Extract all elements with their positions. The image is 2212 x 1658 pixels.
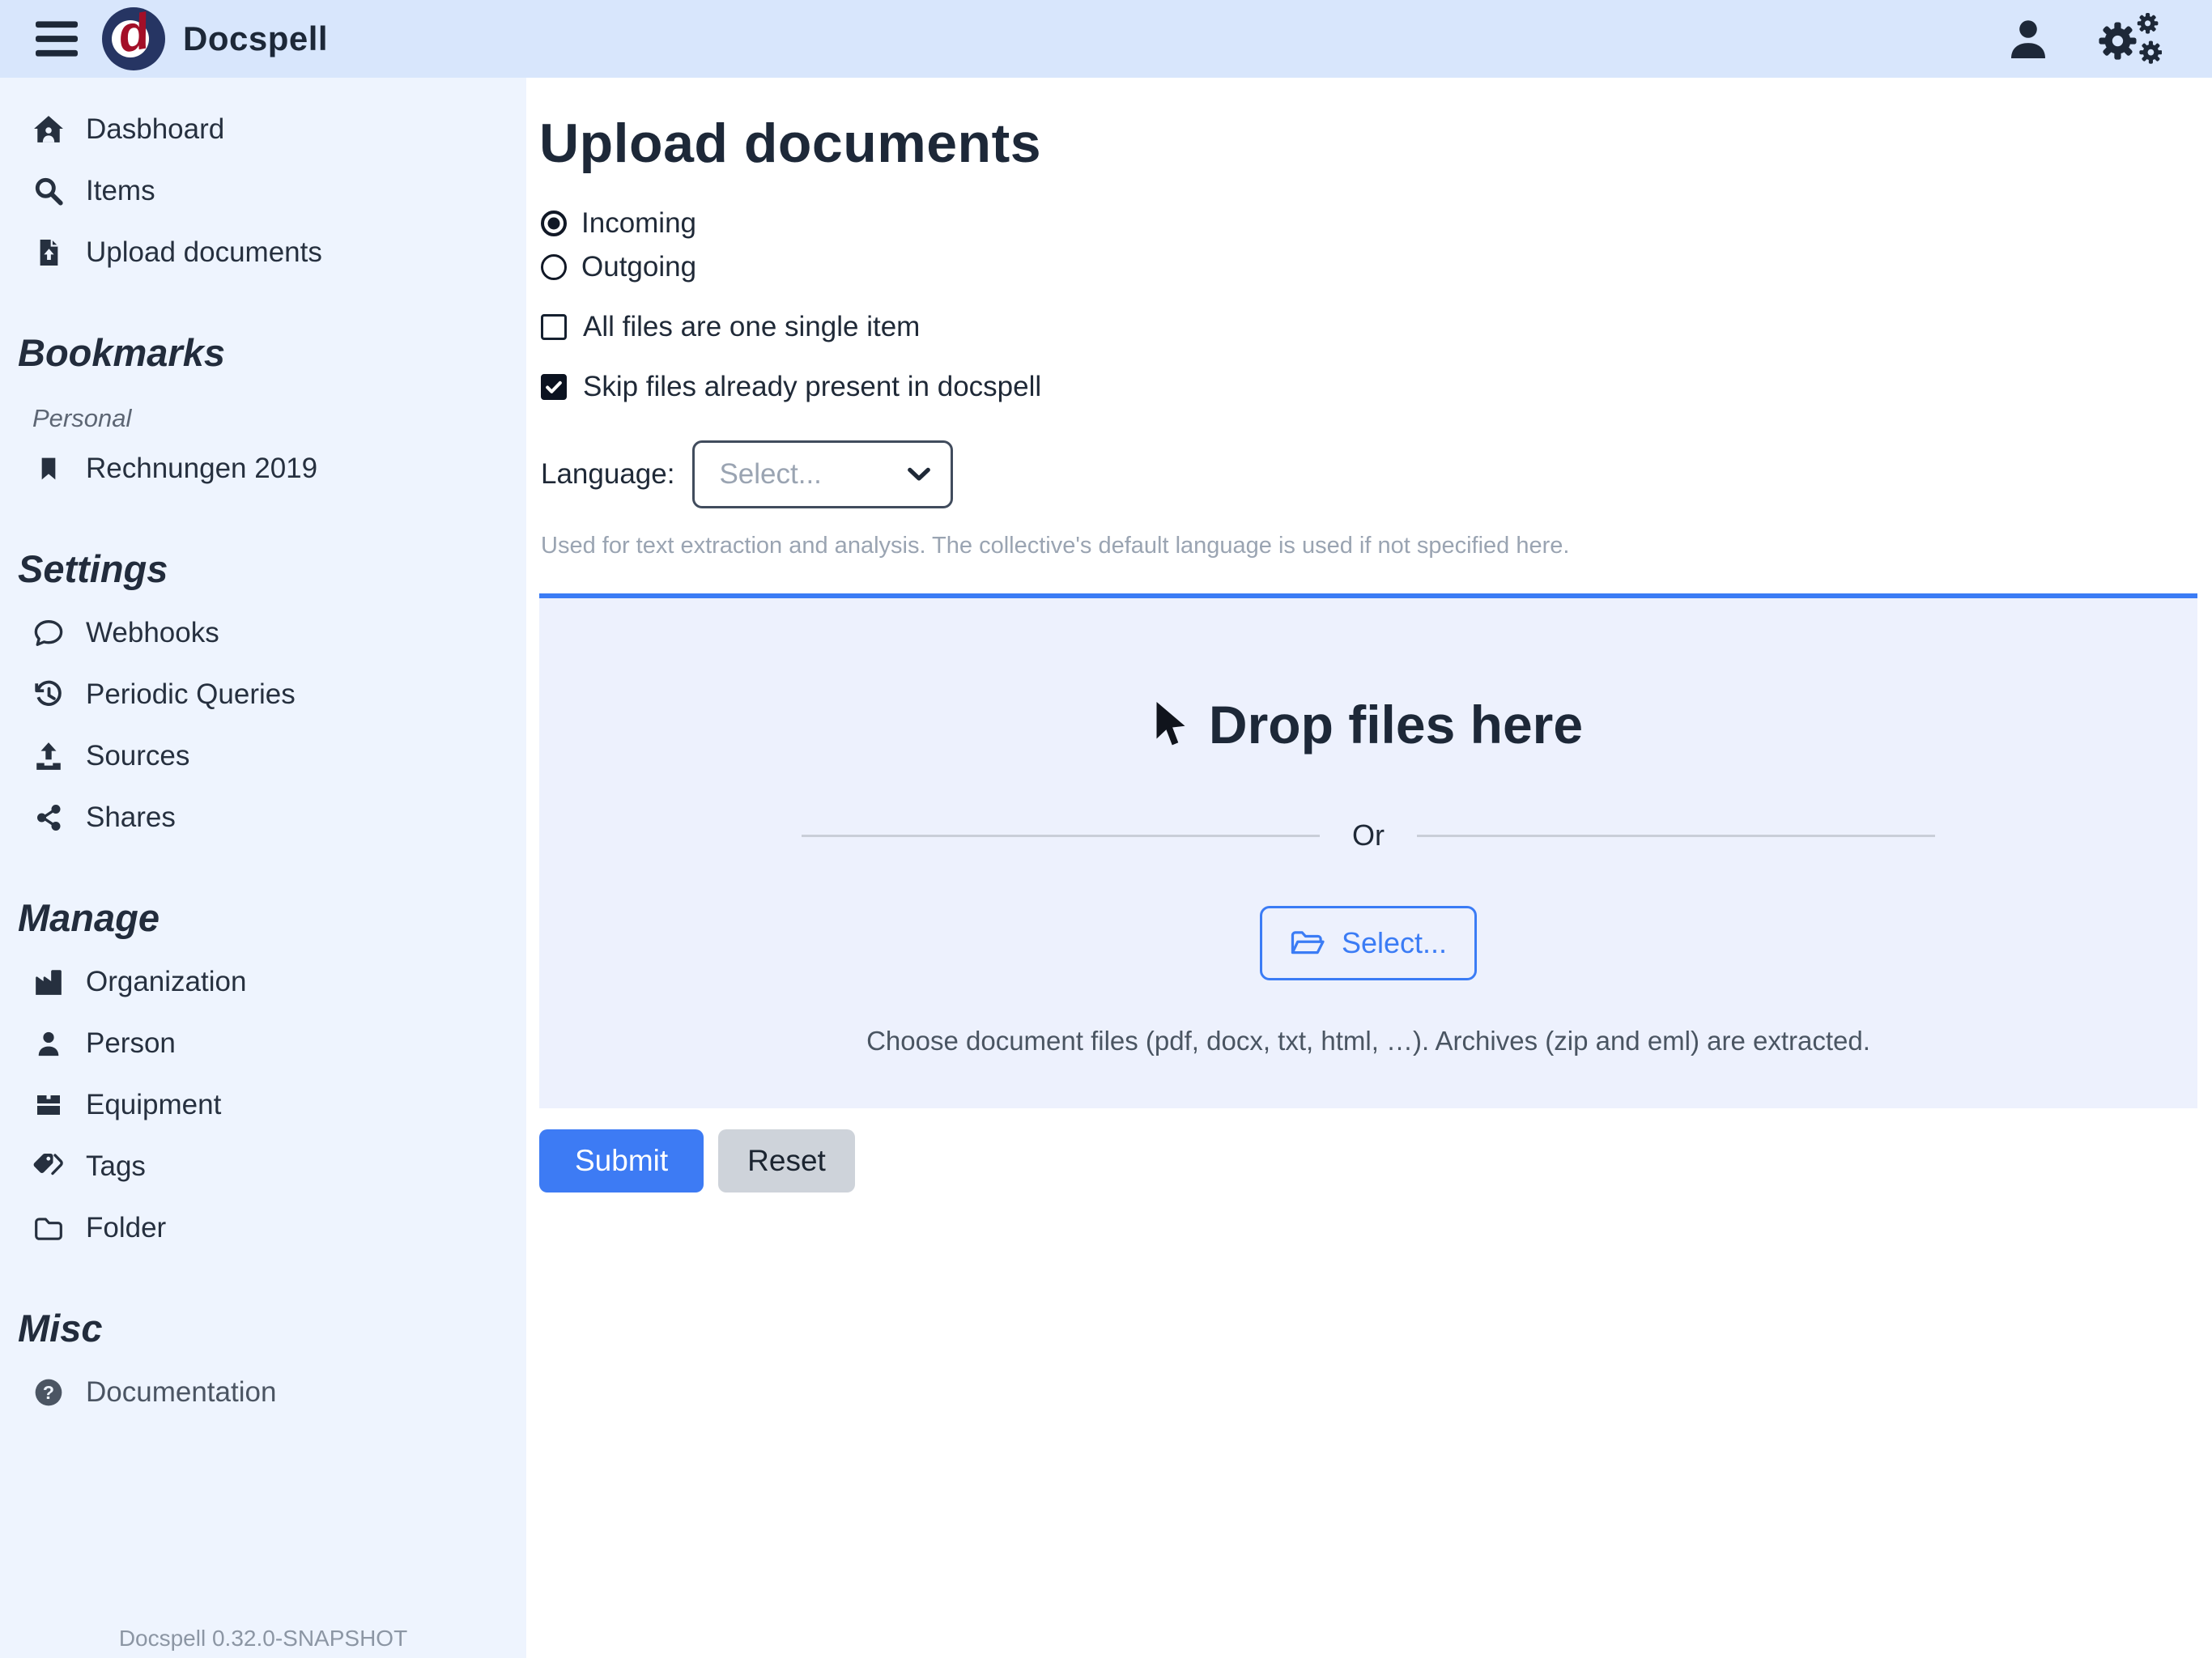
sidebar-item-bookmark[interactable]: Rechnungen 2019 <box>0 438 526 500</box>
tags-icon <box>32 1152 65 1181</box>
sidebar-item-organization[interactable]: Organization <box>0 951 526 1013</box>
share-nodes-icon <box>32 803 65 832</box>
checkbox-row-single-item[interactable]: All files are one single item <box>541 311 2199 343</box>
question-circle-icon: ? <box>32 1377 65 1408</box>
sidebar-item-label: Equipment <box>86 1089 221 1121</box>
radio-row-outgoing[interactable]: Outgoing <box>541 251 2199 283</box>
dropzone-title-row: Drop files here <box>555 694 2181 755</box>
reset-button[interactable]: Reset <box>718 1129 855 1192</box>
sidebar-item-label: Rechnungen 2019 <box>86 453 317 485</box>
top-bar: d Docspell <box>0 0 2212 78</box>
comment-icon <box>32 618 65 648</box>
sidebar-section-misc: Misc <box>18 1306 526 1350</box>
checkbox-label[interactable]: Skip files already present in docspell <box>583 371 1041 403</box>
page-title: Upload documents <box>539 112 2199 175</box>
file-dropzone[interactable]: Drop files here Or Select... Choose docu… <box>539 593 2197 1108</box>
sidebar-item-folder[interactable]: Folder <box>0 1197 526 1259</box>
language-hint: Used for text extraction and analysis. T… <box>541 533 2199 559</box>
sidebar-item-label: Organization <box>86 966 246 998</box>
box-icon <box>32 1090 65 1120</box>
sidebar-item-items[interactable]: Items <box>0 160 526 222</box>
radio-label[interactable]: Outgoing <box>581 251 696 283</box>
mouse-pointer-icon <box>1154 700 1188 749</box>
sidebar-item-person[interactable]: Person <box>0 1013 526 1074</box>
user-account-icon[interactable] <box>1985 17 2071 61</box>
language-label: Language: <box>541 458 674 491</box>
sidebar: Dasbhoard Items Upload documents Bookmar… <box>0 78 526 1658</box>
sidebar-item-label: Upload documents <box>86 236 322 269</box>
sidebar-item-equipment[interactable]: Equipment <box>0 1074 526 1136</box>
sidebar-item-upload-documents[interactable]: Upload documents <box>0 222 526 283</box>
file-upload-icon <box>32 237 65 268</box>
folder-icon <box>32 1213 65 1244</box>
sidebar-section-bookmarks: Bookmarks <box>18 330 526 375</box>
sidebar-item-label: Tags <box>86 1150 146 1183</box>
sidebar-item-label: Person <box>86 1027 176 1060</box>
version-label: Docspell 0.32.0-SNAPSHOT <box>0 1626 526 1658</box>
checkbox-label[interactable]: All files are one single item <box>583 311 920 343</box>
sidebar-item-label: Periodic Queries <box>86 678 296 711</box>
sidebar-item-dashboard[interactable]: Dasbhoard <box>0 99 526 160</box>
dropzone-description: Choose document files (pdf, docx, txt, h… <box>555 1026 2181 1056</box>
app-title: Docspell <box>183 19 328 58</box>
sidebar-item-tags[interactable]: Tags <box>0 1136 526 1197</box>
language-row: Language: Select... <box>541 440 2199 508</box>
select-files-label: Select... <box>1342 926 1447 960</box>
chevron-down-icon <box>907 466 931 483</box>
language-select-value: Select... <box>719 458 907 491</box>
radio-label[interactable]: Incoming <box>581 207 696 240</box>
dropzone-title: Drop files here <box>1209 694 1583 755</box>
sidebar-item-label: Documentation <box>86 1376 276 1409</box>
settings-gears-icon[interactable] <box>2071 13 2183 65</box>
sidebar-item-label: Dasbhoard <box>86 113 224 146</box>
checkbox-single-item[interactable] <box>541 314 567 340</box>
sidebar-item-label: Webhooks <box>86 617 219 649</box>
sidebar-item-label: Folder <box>86 1212 166 1244</box>
main-content: Upload documents Incoming Outgoing All f… <box>526 78 2212 1658</box>
sidebar-section-manage: Manage <box>18 895 526 940</box>
bookmark-group-label: Personal <box>32 404 526 433</box>
divider-line <box>802 835 1320 837</box>
history-icon <box>32 679 65 710</box>
submit-button[interactable]: Submit <box>539 1129 704 1192</box>
checkbox-skip-files[interactable] <box>541 374 567 400</box>
bookmark-icon <box>32 454 65 483</box>
radio-row-incoming[interactable]: Incoming <box>541 207 2199 240</box>
sidebar-item-documentation[interactable]: ? Documentation <box>0 1362 526 1423</box>
svg-text:?: ? <box>43 1382 54 1403</box>
or-divider: Or <box>555 818 2181 852</box>
checkbox-row-skip-files[interactable]: Skip files already present in docspell <box>541 371 2199 403</box>
sidebar-item-label: Shares <box>86 801 176 834</box>
upload-icon <box>32 741 65 772</box>
sidebar-item-sources[interactable]: Sources <box>0 725 526 787</box>
sidebar-section-settings: Settings <box>18 546 526 591</box>
sidebar-item-shares[interactable]: Shares <box>0 787 526 848</box>
divider-line <box>1417 835 1935 837</box>
radio-outgoing[interactable] <box>541 254 567 280</box>
sidebar-item-periodic-queries[interactable]: Periodic Queries <box>0 664 526 725</box>
industry-icon <box>32 967 65 997</box>
sidebar-item-label: Items <box>86 175 155 207</box>
sidebar-item-label: Sources <box>86 740 189 772</box>
sidebar-item-webhooks[interactable]: Webhooks <box>0 602 526 664</box>
select-files-button[interactable]: Select... <box>1260 906 1477 980</box>
folder-open-icon <box>1290 929 1325 958</box>
radio-incoming[interactable] <box>541 210 567 236</box>
form-actions: Submit Reset <box>539 1129 2199 1192</box>
language-select[interactable]: Select... <box>692 440 953 508</box>
check-icon <box>544 377 564 397</box>
person-icon <box>32 1030 65 1057</box>
search-icon <box>32 176 65 206</box>
house-user-icon <box>32 114 65 145</box>
or-label: Or <box>1352 818 1385 852</box>
menu-icon[interactable] <box>36 19 81 58</box>
docspell-logo-icon: d <box>102 7 165 70</box>
